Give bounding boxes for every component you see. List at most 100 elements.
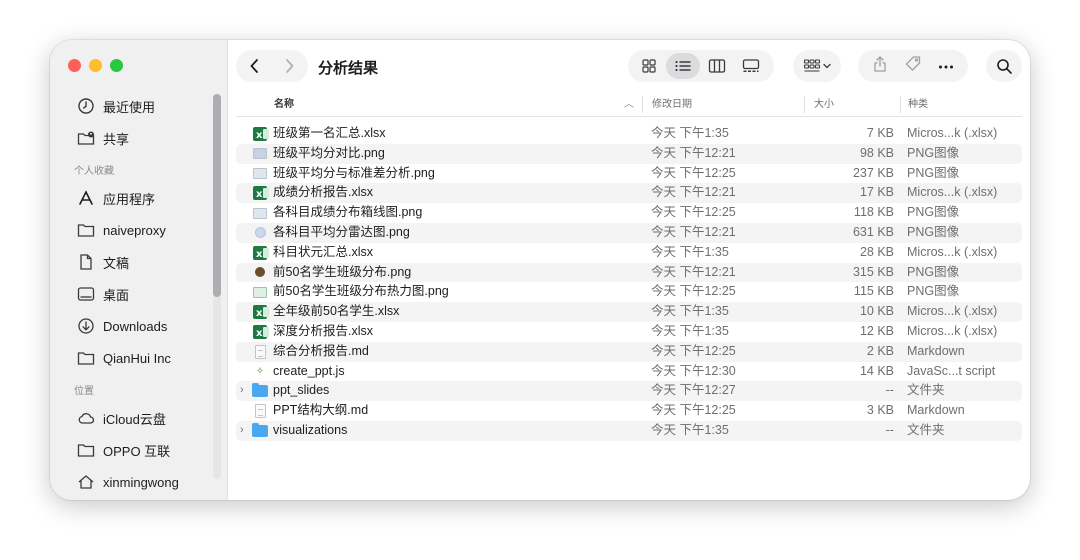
file-row[interactable]: 深度分析报告.xlsx 今天 下午1:35 12 KB Micros...k (.xl… <box>236 322 1022 344</box>
sidebar-item-home[interactable]: xinmingwong <box>50 466 228 498</box>
file-list: 名称 ︿ 修改日期 大小 种类 班级第一名汇总.xlsx 今天 下午1:35 7 K… <box>228 92 1030 500</box>
file-name: 前50名学生班级分布.png <box>273 264 412 279</box>
file-icon-cell <box>252 243 269 264</box>
javascript-file-icon: ✧ <box>255 365 265 377</box>
more-button[interactable] <box>938 57 954 75</box>
column-size[interactable]: 大小 <box>814 92 834 117</box>
file-row[interactable]: 各科目平均分雷达图.png 今天 下午12:21 631 KB PNG图像 <box>236 222 1022 243</box>
file-kind: 文件夹 <box>907 383 945 398</box>
column-view-button[interactable] <box>700 53 734 79</box>
zoom-window-button[interactable] <box>110 59 123 72</box>
file-date: 今天 下午12:25 <box>651 165 736 180</box>
sidebar-item-label: OPPO 互联 <box>103 443 171 459</box>
file-name: 综合分析报告.md <box>273 343 369 358</box>
gallery-view-button[interactable] <box>734 53 768 79</box>
file-row[interactable]: ✧ create_ppt.js 今天 下午12:30 14 KB JavaSc...t … <box>236 362 1022 382</box>
disclosure-triangle-icon[interactable]: › <box>240 421 250 441</box>
file-name: 班级平均分与标准差分析.png <box>273 165 435 180</box>
file-name: 班级第一名汇总.xlsx <box>273 126 386 140</box>
file-date: 今天 下午12:27 <box>651 383 736 398</box>
file-name: PPT结构大纲.md <box>273 403 369 418</box>
document-icon <box>77 253 95 271</box>
close-window-button[interactable] <box>68 59 81 72</box>
file-name: 全年级前50名学生.xlsx <box>273 304 400 319</box>
navigation-buttons <box>236 50 308 82</box>
markdown-file-icon <box>254 404 266 419</box>
file-rows: 班级第一名汇总.xlsx 今天 下午1:35 7 KB Micros...k (.xl… <box>236 124 1022 441</box>
file-date: 今天 下午12:25 <box>651 343 736 358</box>
excel-file-icon <box>253 324 269 344</box>
minimize-window-button[interactable] <box>89 59 102 72</box>
disclosure-triangle-icon[interactable]: › <box>240 381 250 401</box>
file-row[interactable]: 全年级前50名学生.xlsx 今天 下午1:35 10 KB Micros...k (… <box>236 302 1022 324</box>
column-kind[interactable]: 种类 <box>908 92 928 117</box>
file-name: ppt_slides <box>273 383 330 398</box>
file-name: 各科目成绩分布箱线图.png <box>273 205 423 220</box>
file-row[interactable]: › visualizations 今天 下午1:35 -- 文件夹 <box>236 420 1022 441</box>
file-row[interactable]: 前50名学生班级分布.png 今天 下午12:21 315 KB PNG图像 <box>236 262 1022 283</box>
folder-icon <box>77 349 95 367</box>
column-name[interactable]: 名称 <box>274 92 294 117</box>
sidebar-item-oppo[interactable]: OPPO 互联 <box>50 434 228 466</box>
share-button[interactable] <box>872 55 888 78</box>
file-date: 今天 下午12:21 <box>651 224 736 239</box>
share-icon <box>874 55 886 72</box>
sidebar-item-applications[interactable]: 应用程序 <box>50 182 228 214</box>
file-row[interactable]: 成绩分析报告.xlsx 今天 下午12:21 17 KB Micros...k (.x… <box>236 183 1022 205</box>
file-row[interactable]: 班级平均分对比.png 今天 下午12:21 98 KB PNG图像 <box>236 143 1022 164</box>
image-file-icon <box>253 207 267 219</box>
sidebar-item-shared[interactable]: 共享 <box>50 122 228 154</box>
back-button[interactable] <box>236 50 272 82</box>
file-icon-cell <box>252 342 268 362</box>
clock-icon <box>77 97 95 115</box>
file-name: create_ppt.js <box>273 363 345 378</box>
tag-button[interactable] <box>904 55 922 78</box>
sidebar-item-recents[interactable]: 最近使用 <box>50 90 228 122</box>
sidebar-item-documents[interactable]: 文稿 <box>50 246 228 278</box>
file-size: 315 KB <box>852 264 894 279</box>
sidebar-item-desktop[interactable]: 桌面 <box>50 278 228 310</box>
image-file-icon <box>254 227 266 239</box>
column-divider[interactable] <box>642 96 643 113</box>
image-file-icon <box>253 286 267 298</box>
grid-view-button[interactable] <box>632 53 666 79</box>
sidebar-item-naiveproxy[interactable]: naiveproxy <box>50 214 228 246</box>
sidebar-scrollbar-thumb[interactable] <box>213 94 221 297</box>
markdown-file-icon <box>254 344 266 359</box>
file-row[interactable]: 综合分析报告.md 今天 下午12:25 2 KB Markdown <box>236 341 1022 362</box>
file-row[interactable]: 班级第一名汇总.xlsx 今天 下午1:35 7 KB Micros...k (.xl… <box>236 124 1022 146</box>
file-name: 成绩分析报告.xlsx <box>273 185 374 200</box>
column-divider[interactable] <box>804 96 805 113</box>
file-icon-cell <box>252 282 268 302</box>
list-view-button[interactable] <box>666 53 700 79</box>
sidebar-item-downloads[interactable]: Downloads <box>50 310 228 342</box>
file-row[interactable]: 科目状元汇总.xlsx 今天 下午1:35 28 KB Micros...k (.xl… <box>236 243 1022 264</box>
sidebar-scrollbar[interactable] <box>213 94 221 479</box>
column-divider[interactable] <box>900 96 901 113</box>
file-kind: PNG图像 <box>907 165 960 180</box>
file-icon-cell <box>252 401 268 421</box>
search-button[interactable] <box>986 50 1022 82</box>
sort-indicator-icon: ︿ <box>624 99 634 110</box>
file-kind: Micros...k (.xlsx) <box>907 185 998 200</box>
sidebar-item-qianhui[interactable]: QianHui Inc <box>50 342 228 374</box>
home-icon <box>77 473 95 491</box>
file-date: 今天 下午12:25 <box>651 284 736 299</box>
sidebar-item-label: iCloud云盘 <box>103 411 166 427</box>
file-row[interactable]: 前50名学生班级分布热力图.png 今天 下午12:25 115 KB PNG图像 <box>236 282 1022 302</box>
folder-icon <box>77 441 95 459</box>
forward-icon <box>286 59 294 73</box>
grid-view-icon <box>642 59 656 73</box>
finder-window: 最近使用 共享 个人收藏 应用程序 naiveproxy 文稿 桌面 Downl… <box>50 40 1030 500</box>
file-size: 2 KB <box>866 343 894 358</box>
file-name: 科目状元汇总.xlsx <box>273 244 374 259</box>
file-row[interactable]: › ppt_slides 今天 下午12:27 -- 文件夹 <box>236 381 1022 402</box>
file-row[interactable]: 各科目成绩分布箱线图.png 今天 下午12:25 118 KB PNG图像 <box>236 203 1022 223</box>
group-by-button[interactable] <box>793 50 841 82</box>
file-icon-cell <box>252 381 268 401</box>
sidebar-item-icloud[interactable]: iCloud云盘 <box>50 402 228 434</box>
file-row[interactable]: PPT结构大纲.md 今天 下午12:25 3 KB Markdown <box>236 401 1022 421</box>
file-row[interactable]: 班级平均分与标准差分析.png 今天 下午12:25 237 KB PNG图像 <box>236 164 1022 184</box>
forward-button[interactable] <box>272 50 308 82</box>
column-date[interactable]: 修改日期 <box>652 92 692 117</box>
